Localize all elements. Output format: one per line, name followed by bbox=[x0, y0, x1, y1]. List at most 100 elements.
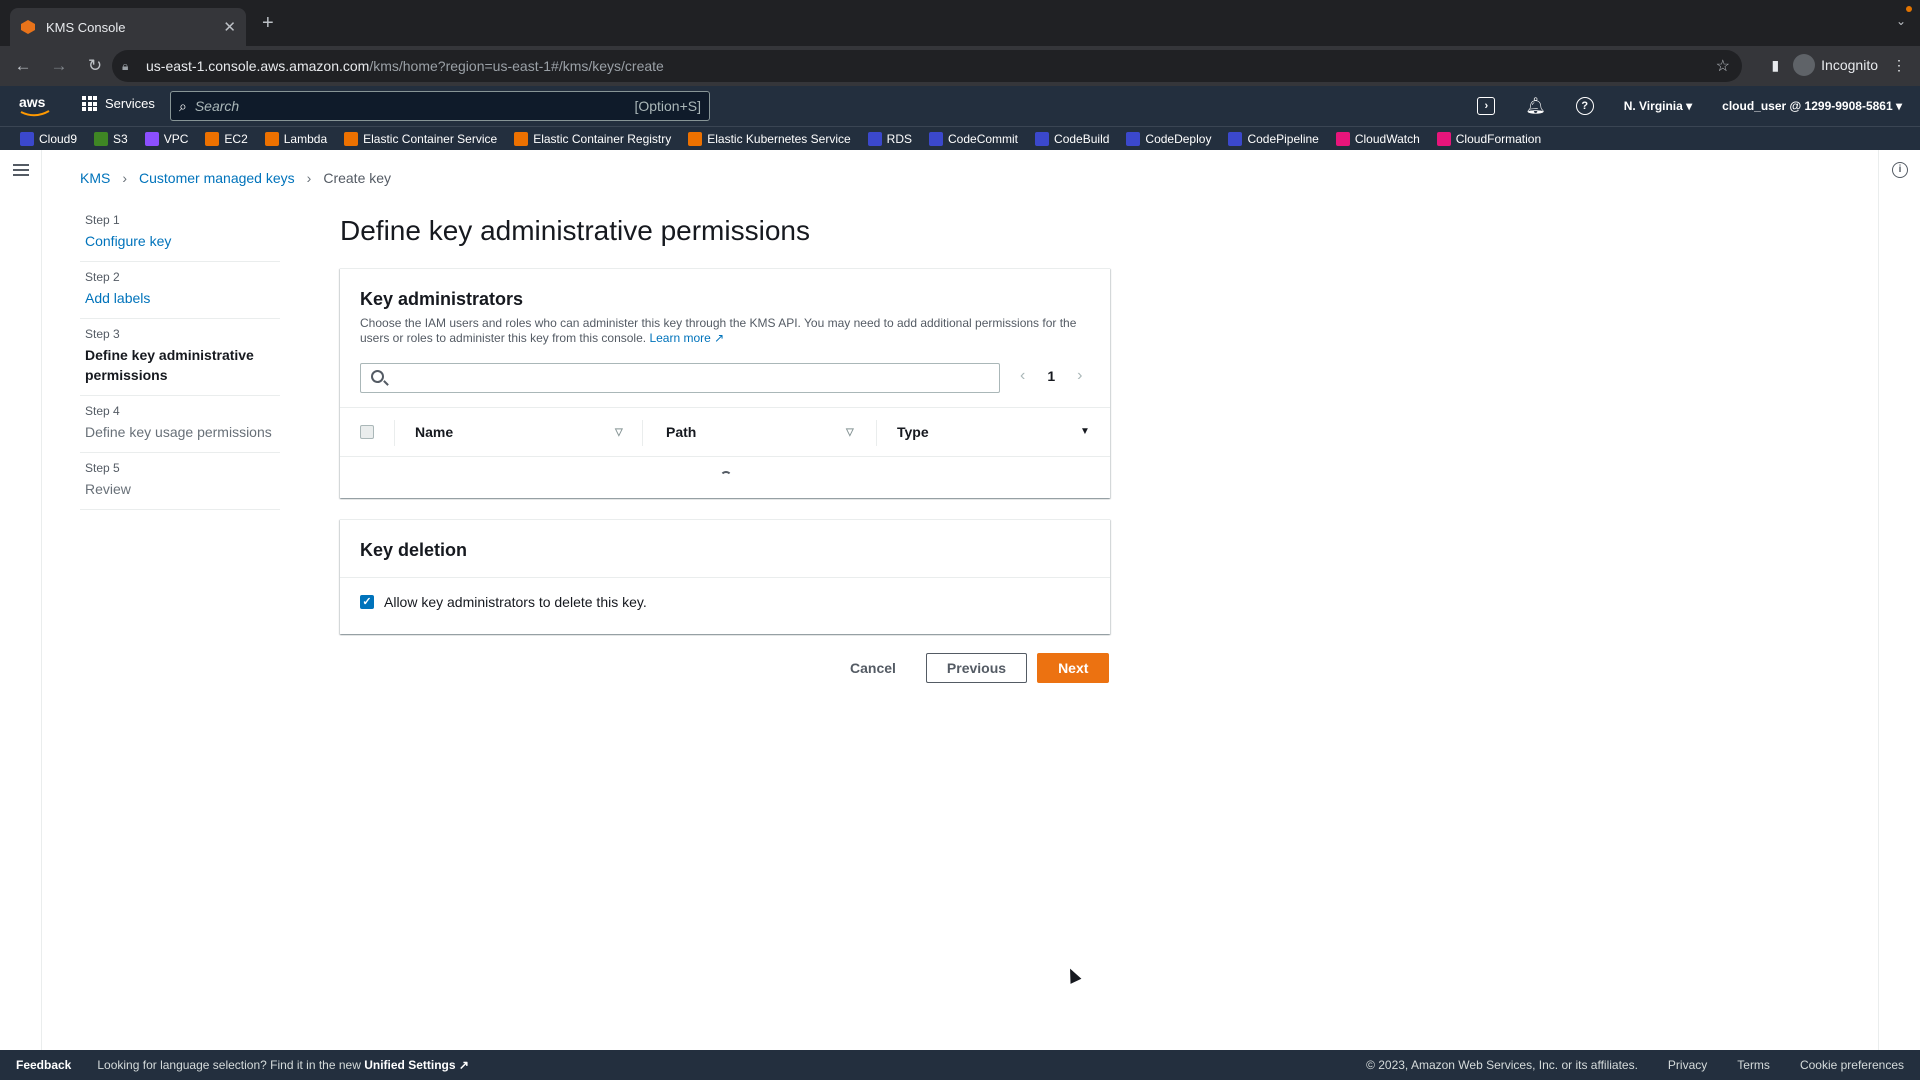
favorite-s3[interactable]: S3 bbox=[94, 131, 128, 146]
favorite-codedeploy[interactable]: CodeDeploy bbox=[1126, 131, 1211, 146]
aws-logo-icon[interactable]: aws bbox=[18, 92, 52, 120]
side-panel-icon[interactable]: ▮ bbox=[1771, 57, 1779, 74]
favorite-label: CodeCommit bbox=[948, 131, 1019, 146]
forward-icon[interactable]: → bbox=[46, 56, 72, 76]
step-link-configure-key[interactable]: Configure key bbox=[85, 231, 275, 251]
browser-tab-bar: KMS Console ✕ + ⌄ bbox=[0, 0, 1920, 46]
recording-indicator bbox=[1906, 6, 1912, 12]
loading-spinner bbox=[720, 471, 732, 483]
sort-icon[interactable]: ▽ bbox=[615, 427, 623, 438]
favorite-label: VPC bbox=[163, 131, 189, 146]
feedback-link[interactable]: Feedback bbox=[16, 1058, 71, 1072]
cookie-preferences-link[interactable]: Cookie preferences bbox=[1800, 1058, 1904, 1072]
favorite-cloudwatch[interactable]: CloudWatch bbox=[1335, 131, 1420, 146]
step-usage-permissions: Define key usage permissions bbox=[85, 424, 272, 440]
tab-search-icon[interactable]: ⌄ bbox=[1896, 14, 1906, 28]
column-header-type[interactable]: Type bbox=[897, 424, 929, 440]
select-all-checkbox[interactable] bbox=[360, 425, 374, 439]
notifications-icon[interactable]: 🔔︎ bbox=[1525, 96, 1545, 116]
ecs-icon bbox=[344, 131, 359, 146]
bookmark-star-icon[interactable]: ☆ bbox=[1716, 56, 1730, 76]
kms-favicon-icon bbox=[21, 20, 35, 34]
terms-link[interactable]: Terms bbox=[1737, 1058, 1770, 1072]
region-selector[interactable]: N. Virginia ▾ bbox=[1624, 99, 1692, 113]
step-label: Step 4 bbox=[85, 404, 120, 418]
favorite-ecr[interactable]: Elastic Container Registry bbox=[514, 131, 672, 146]
allow-delete-label[interactable]: Allow key administrators to delete this … bbox=[384, 594, 647, 610]
services-grid-icon bbox=[82, 96, 97, 111]
reload-icon[interactable]: ↻ bbox=[82, 56, 108, 76]
favorite-cloud9[interactable]: Cloud9 bbox=[20, 131, 77, 146]
console-footer: Feedback Looking for language selection?… bbox=[0, 1050, 1920, 1080]
favorite-ec2[interactable]: EC2 bbox=[205, 131, 248, 146]
mouse-cursor-icon bbox=[1064, 966, 1082, 984]
incognito-badge[interactable]: Incognito bbox=[1793, 54, 1878, 76]
privacy-link[interactable]: Privacy bbox=[1668, 1058, 1707, 1072]
favorite-codecommit[interactable]: CodeCommit bbox=[929, 131, 1019, 146]
column-label: Type bbox=[897, 424, 929, 440]
previous-button[interactable]: Previous bbox=[925, 653, 1028, 683]
favorite-rds[interactable]: RDS bbox=[867, 131, 912, 146]
right-tools-rail: i bbox=[1878, 150, 1920, 1050]
column-header-path[interactable]: Path bbox=[666, 424, 696, 440]
favorite-label: Lambda bbox=[283, 131, 328, 146]
breadcrumb-kms[interactable]: KMS bbox=[80, 170, 110, 186]
left-nav-rail bbox=[0, 150, 42, 1050]
new-tab-icon[interactable]: + bbox=[262, 12, 274, 35]
aws-top-nav: aws Services ⌕ Search [Option+S] › 🔔︎ ? … bbox=[0, 86, 1920, 126]
lambda-icon bbox=[264, 131, 279, 146]
learn-more-link[interactable]: Learn more ↗ bbox=[649, 331, 724, 345]
learn-more-label: Learn more bbox=[649, 331, 711, 345]
search-shortcut: [Option+S] bbox=[634, 98, 701, 114]
info-icon[interactable]: i bbox=[1892, 162, 1908, 178]
favorite-label: EC2 bbox=[224, 131, 248, 146]
favorite-lambda[interactable]: Lambda bbox=[264, 131, 328, 146]
sort-icon[interactable]: ▽ bbox=[846, 427, 854, 438]
column-header-name[interactable]: Name bbox=[415, 424, 453, 440]
language-notice: Looking for language selection? Find it … bbox=[97, 1058, 361, 1072]
footer-links: © 2023, Amazon Web Services, Inc. or its… bbox=[1366, 1058, 1904, 1072]
breadcrumb-current: Create key bbox=[323, 170, 392, 186]
favorite-codepipeline[interactable]: CodePipeline bbox=[1228, 131, 1319, 146]
close-tab-icon[interactable]: ✕ bbox=[223, 18, 236, 36]
favorite-eks[interactable]: Elastic Kubernetes Service bbox=[688, 131, 851, 146]
cloudformation-icon bbox=[1436, 131, 1451, 146]
external-link-icon: ↗ bbox=[714, 331, 725, 345]
admin-search-input[interactable] bbox=[360, 363, 1000, 393]
next-button[interactable]: Next bbox=[1037, 653, 1110, 683]
page-number[interactable]: 1 bbox=[1047, 368, 1055, 384]
wizard-steps: Step 1 Configure key Step 2 Add labels S… bbox=[80, 205, 280, 510]
browser-menu-icon[interactable]: ⋮ bbox=[1892, 57, 1906, 74]
favorite-ecs[interactable]: Elastic Container Service bbox=[344, 131, 497, 146]
step-link-add-labels[interactable]: Add labels bbox=[85, 288, 275, 308]
favorite-label: CodePipeline bbox=[1247, 131, 1319, 146]
favorite-vpc[interactable]: VPC bbox=[144, 131, 189, 146]
favorite-label: CloudFormation bbox=[1455, 131, 1542, 146]
favorite-cloudformation[interactable]: CloudFormation bbox=[1436, 131, 1542, 146]
unified-settings-link[interactable]: Unified Settings ↗ bbox=[364, 1058, 469, 1072]
hamburger-menu-icon[interactable] bbox=[13, 164, 29, 179]
step-label: Step 1 bbox=[85, 213, 120, 227]
allow-delete-checkbox[interactable]: ✓ bbox=[360, 595, 374, 609]
address-bar[interactable]: 🔒︎ us-east-1.console.aws.amazon.com/kms/… bbox=[112, 50, 1742, 82]
sort-active-icon[interactable]: ▼ bbox=[1080, 426, 1090, 437]
help-icon[interactable]: ? bbox=[1575, 97, 1594, 115]
browser-tab[interactable]: KMS Console ✕ bbox=[10, 8, 246, 46]
favorite-label: Elastic Container Registry bbox=[533, 131, 672, 146]
console-search-input[interactable]: ⌕ Search [Option+S] bbox=[170, 91, 710, 121]
services-menu[interactable]: Services bbox=[82, 96, 155, 111]
favorite-label: Elastic Kubernetes Service bbox=[707, 131, 851, 146]
tab-title: KMS Console bbox=[46, 19, 126, 35]
breadcrumb-customer-managed-keys[interactable]: Customer managed keys bbox=[139, 170, 295, 186]
prev-page-icon[interactable]: ‹ bbox=[1020, 367, 1025, 385]
favorite-codebuild[interactable]: CodeBuild bbox=[1035, 131, 1109, 146]
next-page-icon[interactable]: › bbox=[1077, 367, 1082, 385]
search-placeholder: Search bbox=[194, 98, 240, 114]
cloudshell-icon[interactable]: › bbox=[1477, 97, 1496, 115]
search-icon: ⌕ bbox=[179, 97, 187, 114]
column-divider bbox=[642, 420, 643, 446]
account-menu[interactable]: cloud_user @ 1299-9908-5861 ▾ bbox=[1722, 99, 1902, 113]
unified-settings-label: Unified Settings bbox=[364, 1058, 456, 1072]
cancel-button[interactable]: Cancel bbox=[830, 654, 916, 682]
back-icon[interactable]: ← bbox=[10, 56, 36, 76]
